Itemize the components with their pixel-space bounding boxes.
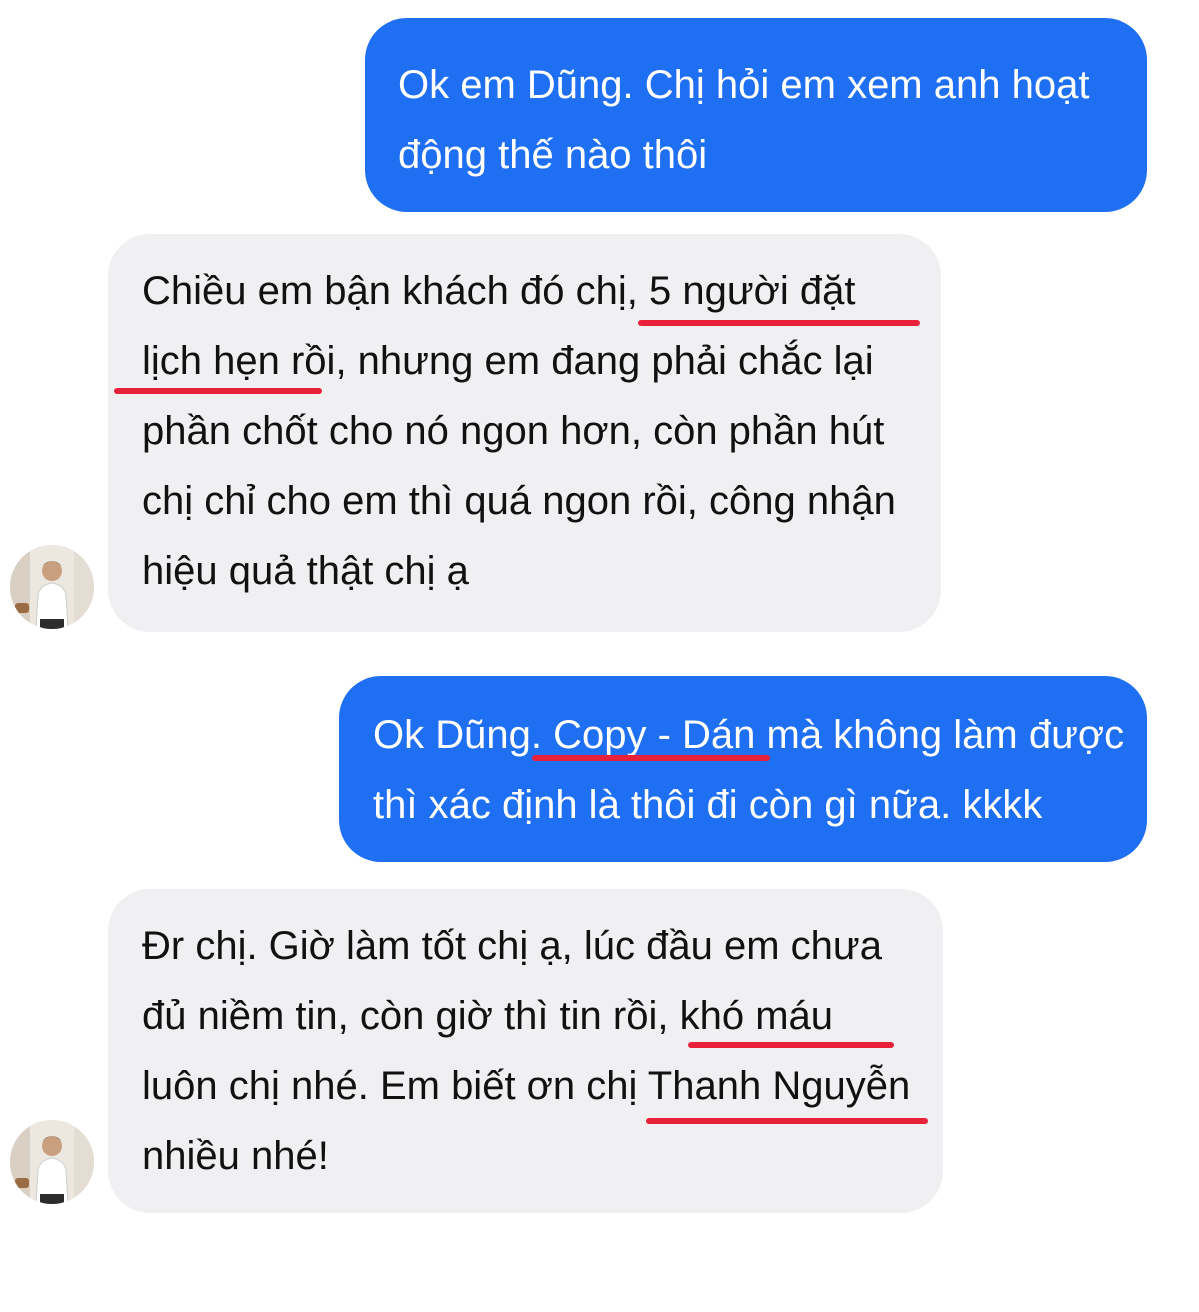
highlight-underline xyxy=(688,1042,894,1048)
person-avatar-icon xyxy=(10,1120,94,1204)
person-avatar-icon xyxy=(10,545,94,629)
message-text-line: chị chỉ cho em thì quá ngon rồi, công nh… xyxy=(142,479,896,523)
highlight-underline xyxy=(532,755,770,761)
message-text-line: luôn chị nhé. Em biết ơn chị Thanh Nguyễ… xyxy=(142,1064,911,1108)
message-text-line: Đr chị. Giờ làm tốt chị ạ, lúc đầu em ch… xyxy=(142,924,882,968)
message-text-line: Ok em Dũng. Chị hỏi em xem anh hoạt xyxy=(398,63,1090,107)
message-text-line: nhiều nhé! xyxy=(142,1134,329,1178)
contact-avatar[interactable] xyxy=(10,545,94,629)
message-text-line: hiệu quả thật chị ạ xyxy=(142,549,469,593)
incoming-message-bubble[interactable]: Chiều em bận khách đó chị, 5 người đặt l… xyxy=(108,234,941,632)
incoming-message-bubble[interactable]: Đr chị. Giờ làm tốt chị ạ, lúc đầu em ch… xyxy=(108,889,943,1213)
contact-avatar[interactable] xyxy=(10,1120,94,1204)
highlight-underline xyxy=(114,388,322,394)
outgoing-message-bubble[interactable]: Ok Dũng. Copy - Dán mà không làm được th… xyxy=(339,676,1147,862)
message-text-line: đủ niềm tin, còn giờ thì tin rồi, khó má… xyxy=(142,994,834,1038)
message-text-line: thì xác định là thôi đi còn gì nữa. kkkk xyxy=(373,783,1043,827)
message-text-line: lịch hẹn rồi, nhưng em đang phải chắc lạ… xyxy=(142,339,874,383)
message-text-line: động thế nào thôi xyxy=(398,133,708,177)
highlight-underline xyxy=(646,1118,928,1124)
highlight-underline xyxy=(638,320,920,326)
outgoing-message-bubble[interactable]: Ok em Dũng. Chị hỏi em xem anh hoạt động… xyxy=(365,18,1147,212)
message-text-line: Chiều em bận khách đó chị, 5 người đặt xyxy=(142,269,856,313)
message-text-line: phần chốt cho nó ngon hơn, còn phần hút xyxy=(142,409,885,453)
